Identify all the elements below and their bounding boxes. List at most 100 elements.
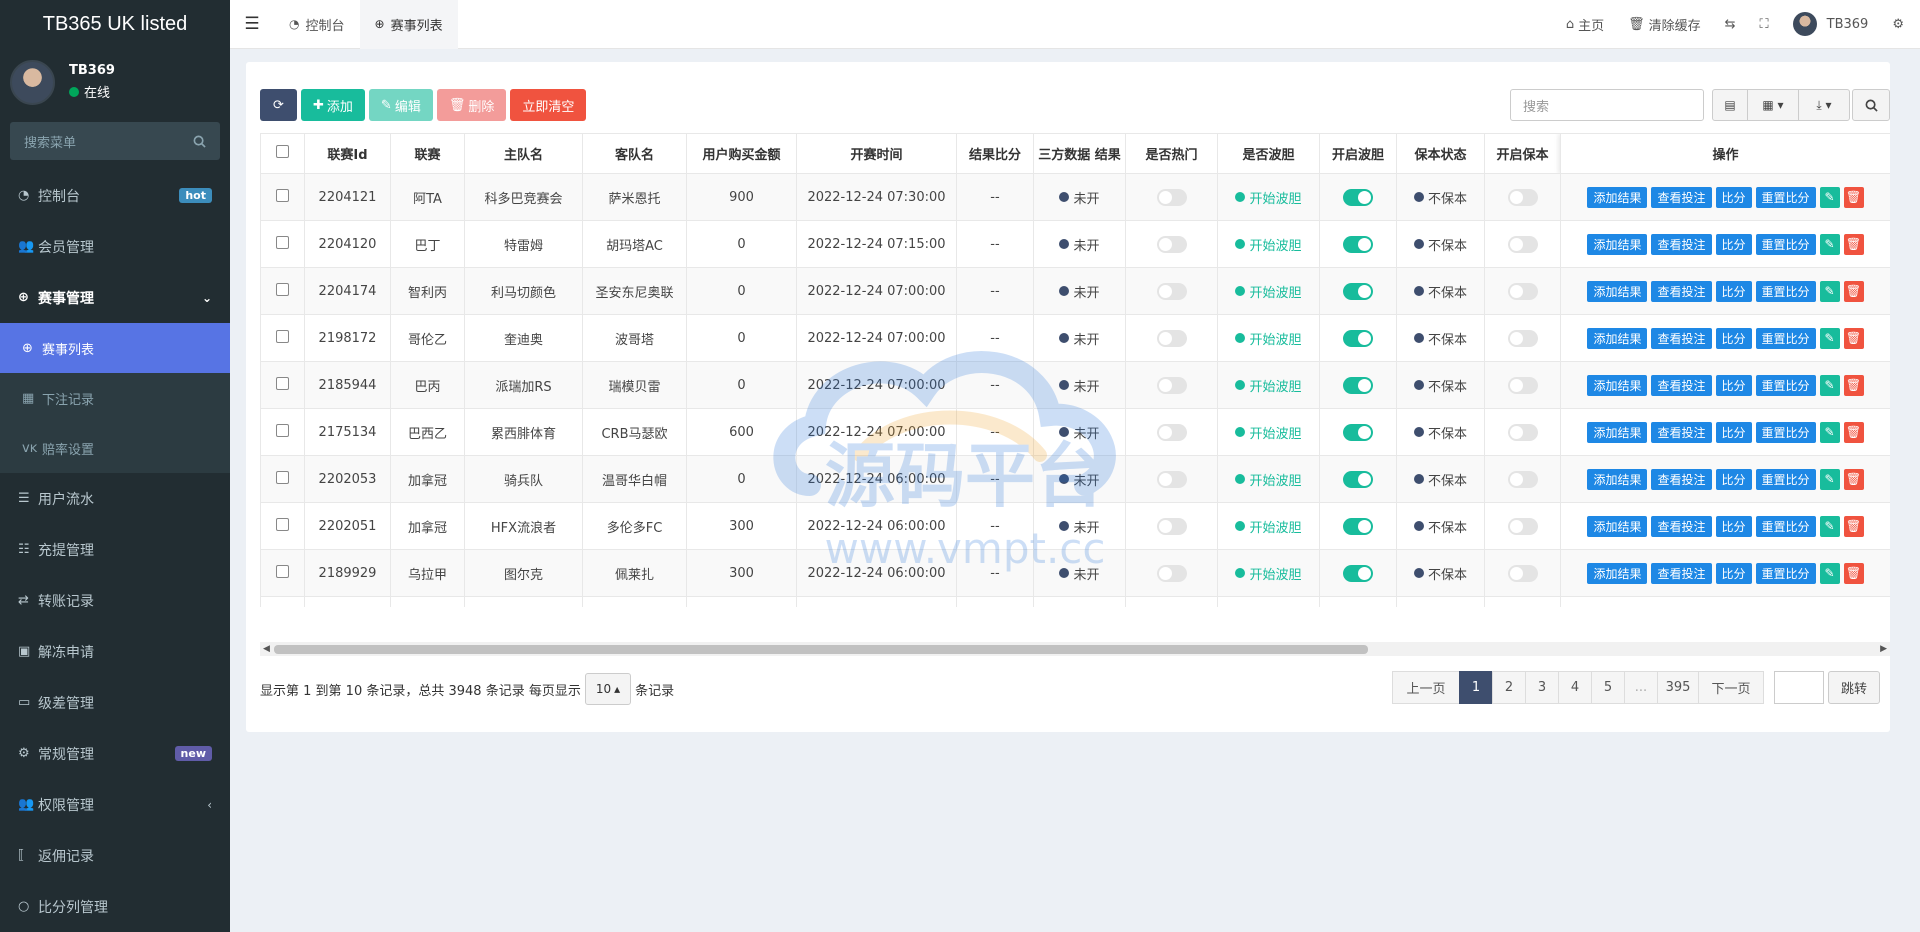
hot-toggle[interactable] [1156,188,1187,206]
view-bets-button[interactable]: 查看投注 [1651,374,1712,396]
table-row[interactable]: 2175134 巴西乙 累西腓体育 CRB马瑟欧 600 2022-12-24 07:00… [260,408,1890,456]
reset-score-button[interactable]: 重置比分 [1755,468,1816,490]
page-button[interactable]: 4 [1558,671,1592,704]
add-result-button[interactable]: 添加结果 [1587,421,1648,443]
baoben-toggle[interactable] [1507,376,1538,394]
jump-button[interactable]: 跳转 [1828,671,1880,704]
table-row[interactable]: 2204121 阿TA 科多巴竞赛会 萨米恩托 900 2022-12-24 07:30:… [260,173,1890,221]
sidebar-item-transfers[interactable]: ⇄ 转账记录 [0,575,230,626]
hot-toggle[interactable] [1156,329,1187,347]
baoben-toggle[interactable] [1507,564,1538,582]
edit-row-button[interactable]: ✎ [1819,515,1840,537]
export-button[interactable]: ⤓ ▾ [1798,89,1850,121]
sidebar-search[interactable]: 搜索菜单 [10,122,220,160]
edit-row-button[interactable]: ✎ [1819,280,1840,302]
baoben-toggle[interactable] [1507,517,1538,535]
table-row[interactable]: 2179519瑞青超史柯瓦德U21奥尔格里特U217002022-12-24 0… [260,596,1890,607]
delete-row-button[interactable]: 🗑 [1843,421,1864,443]
toggle-view-button[interactable]: ▤ [1712,89,1748,121]
view-bets-button[interactable]: 查看投注 [1651,421,1712,443]
sidebar-item-permissions[interactable]: 👥 权限管理 ‹ [0,779,230,830]
page-button[interactable]: 2 [1492,671,1526,704]
clear-now-button[interactable]: 立即清空 [510,89,587,121]
row-checkbox[interactable] [276,282,289,296]
add-result-button[interactable]: 添加结果 [1587,515,1648,537]
add-button[interactable]: ✚ 添加 [301,89,365,121]
reset-score-button[interactable]: 重置比分 [1755,562,1816,584]
hot-toggle[interactable] [1156,423,1187,441]
add-result-button[interactable]: 添加结果 [1587,374,1648,396]
bodan-toggle[interactable] [1343,376,1373,394]
edit-row-button[interactable]: ✎ [1819,186,1840,208]
delete-row-button[interactable]: 🗑 [1843,468,1864,490]
hot-toggle[interactable] [1156,235,1187,253]
row-checkbox[interactable] [276,235,289,249]
page-button[interactable]: 395 [1657,671,1699,704]
add-result-button[interactable]: 添加结果 [1587,233,1648,255]
sidebar-item-dashboard[interactable]: ◔ 控制台 hot [0,170,230,221]
col-header[interactable]: 用户购买金额 [686,133,797,174]
table-row[interactable]: 2189929 乌拉甲 图尔克 佩莱扎 300 2022-12-24 06:00:00 --… [260,549,1890,597]
select-all-checkbox[interactable] [276,145,289,158]
prev-page-button[interactable]: 上一页 [1392,671,1460,704]
delete-button[interactable]: 🗑 删除 [436,89,507,121]
bodan-toggle[interactable] [1343,188,1373,206]
col-header[interactable]: 保本状态 [1396,133,1485,174]
user-menu[interactable]: TB369 [1781,12,1881,36]
bodan-toggle[interactable] [1343,423,1373,441]
add-result-button[interactable]: 添加结果 [1587,280,1648,302]
score-button[interactable]: 比分 [1715,515,1752,537]
bodan-toggle[interactable] [1343,282,1373,300]
col-header[interactable]: 是否热门 [1125,133,1218,174]
edit-row-button[interactable]: ✎ [1819,468,1840,490]
bodan-toggle[interactable] [1343,235,1373,253]
fullscreen-icon[interactable]: ⛶ [1748,17,1781,32]
sidebar-item-members[interactable]: 👥 会员管理 [0,221,230,272]
bodan-toggle[interactable] [1343,517,1373,535]
view-bets-button[interactable]: 查看投注 [1651,327,1712,349]
baoben-toggle[interactable] [1507,329,1538,347]
edit-row-button[interactable]: ✎ [1819,562,1840,584]
view-bets-button[interactable]: 查看投注 [1651,515,1712,537]
hot-toggle[interactable] [1156,517,1187,535]
score-button[interactable]: 比分 [1715,562,1752,584]
col-header[interactable]: 结果比分 [956,133,1034,174]
app-logo[interactable]: TB365 UK listed [0,0,230,48]
sidebar-item-deposit-withdraw[interactable]: ☷ 充提管理 [0,524,230,575]
reset-score-button[interactable]: 重置比分 [1755,233,1816,255]
view-bets-button[interactable]: 查看投注 [1651,468,1712,490]
clear-cache-button[interactable]: 🗑 清除缓存 [1616,15,1713,34]
horizontal-scrollbar[interactable]: ◀ ▶ [260,642,1890,656]
bodan-toggle[interactable] [1343,470,1373,488]
table-row[interactable]: 2202053 加拿冠 骑兵队 温哥华白帽 0 2022-12-24 06:00:00 --… [260,455,1890,503]
sidebar-item-levels[interactable]: ▭ 级差管理 [0,677,230,728]
sidebar-item-general[interactable]: ⚙ 常规管理 new [0,728,230,779]
table-row[interactable]: 2204120 巴丁 特雷姆 胡玛塔AC 0 2022-12-24 07:15:00 -- 未… [260,220,1890,268]
sidebar-subitem-bet-records[interactable]: ▦ 下注记录 [0,373,230,423]
delete-row-button[interactable]: 🗑 [1843,374,1864,396]
hot-toggle[interactable] [1156,282,1187,300]
row-checkbox[interactable] [276,376,289,390]
delete-row-button[interactable]: 🗑 [1843,233,1864,255]
col-header[interactable]: 客队名 [582,133,687,174]
advanced-search-button[interactable] [1852,89,1890,121]
edit-button[interactable]: ✎ 编辑 [368,89,433,121]
tab-dashboard[interactable]: ◔ 控制台 [274,0,360,49]
score-button[interactable]: 比分 [1715,468,1752,490]
baoben-toggle[interactable] [1507,188,1538,206]
sidebar-search-input[interactable]: 搜索菜单 [24,132,193,151]
reset-score-button[interactable]: 重置比分 [1755,327,1816,349]
sidebar-subitem-odds-settings[interactable]: ᴠᴋ 赔率设置 [0,423,230,473]
refresh-button[interactable]: ⟳ [260,89,297,121]
settings-gear-icon[interactable]: ⚙ [1880,17,1920,32]
add-result-button[interactable]: 添加结果 [1587,186,1648,208]
hot-toggle[interactable] [1156,376,1187,394]
score-button[interactable]: 比分 [1715,421,1752,443]
sidebar-subitem-match-list[interactable]: ⊕ 赛事列表 [0,323,230,373]
scroll-left-icon[interactable]: ◀ [263,642,270,656]
row-checkbox[interactable] [276,470,289,484]
home-link[interactable]: ⌂ 主页 [1554,15,1616,34]
col-header[interactable]: 联赛Id [304,133,391,174]
bodan-toggle[interactable] [1343,329,1373,347]
col-header[interactable]: 联赛 [390,133,465,174]
